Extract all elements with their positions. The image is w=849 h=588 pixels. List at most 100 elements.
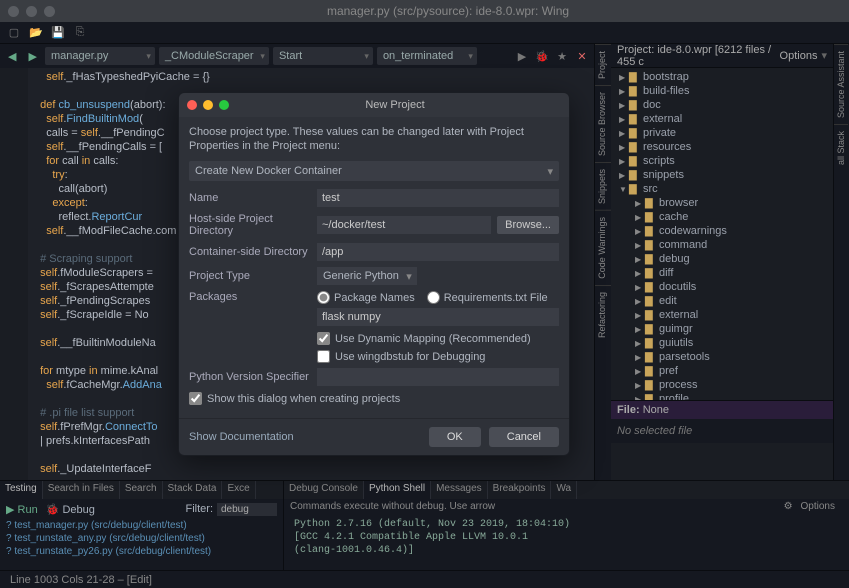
tree-item-doc[interactable]: ▶▇doc <box>611 98 833 112</box>
nav-fwd-icon[interactable]: ▶ <box>24 50 40 63</box>
name-input[interactable] <box>317 189 559 207</box>
python-shell-output[interactable]: Python 2.7.16 (default, Nov 23 2019, 18:… <box>284 514 849 570</box>
tab-messages[interactable]: Messages <box>431 481 488 499</box>
hostdir-input[interactable] <box>317 216 491 234</box>
close-tab-icon[interactable]: ✕ <box>574 48 590 64</box>
cancel-button[interactable]: Cancel <box>489 427 559 447</box>
run-button[interactable]: ▶ Run <box>6 503 38 516</box>
tab-wa[interactable]: Wa <box>551 481 577 499</box>
new-icon[interactable]: ▢ <box>6 25 22 41</box>
save-icon[interactable]: 💾 <box>50 25 66 41</box>
right-side-tabs: ProjectSource BrowserSnippetsCode Warnin… <box>595 44 611 480</box>
class-selector[interactable]: _CModuleScraper <box>159 47 269 65</box>
pyver-label: Python Version Specifier <box>189 371 311 383</box>
tree-item-cache[interactable]: ▶▇cache <box>611 210 833 224</box>
bookmark-icon[interactable]: ★ <box>554 48 570 64</box>
tree-item-src[interactable]: ▼▇src <box>611 182 833 196</box>
side-tab-source-assistant[interactable]: Source Assistant <box>834 44 848 124</box>
tree-item-guimgr[interactable]: ▶▇guimgr <box>611 322 833 336</box>
tree-item-profile[interactable]: ▶▇profile <box>611 392 833 400</box>
options-link[interactable]: Options <box>793 501 843 512</box>
tree-item-external[interactable]: ▶▇external <box>611 112 833 126</box>
dialog-title-bar[interactable]: New Project <box>179 93 569 117</box>
tree-item-pref[interactable]: ▶▇pref <box>611 364 833 378</box>
tree-item-scripts[interactable]: ▶▇scripts <box>611 154 833 168</box>
tab-python-shell[interactable]: Python Shell <box>364 481 431 499</box>
tree-item-debug[interactable]: ▶▇debug <box>611 252 833 266</box>
nav-back-icon[interactable]: ◀ <box>4 50 20 63</box>
gear-icon[interactable]: ⚙ <box>784 501 793 512</box>
tree-item-resources[interactable]: ▶▇resources <box>611 140 833 154</box>
gutter <box>0 68 28 480</box>
project-title: Project: ide-8.0.wpr [6212 files / 455 c <box>617 44 780 68</box>
run-icon[interactable]: ▶ <box>514 48 530 64</box>
options-chevron-icon[interactable]: ▾ <box>817 49 827 62</box>
dynamic-mapping-checkbox[interactable]: Use Dynamic Mapping (Recommended) <box>317 332 559 345</box>
filter-input[interactable] <box>217 503 277 516</box>
name-label: Name <box>189 192 311 204</box>
tree-item-bootstrap[interactable]: ▶▇bootstrap <box>611 70 833 84</box>
test-item[interactable]: ? test_manager.py (src/debug/client/test… <box>6 519 277 532</box>
window-title: manager.py (src/pysource): ide-8.0.wpr: … <box>55 4 841 18</box>
new-project-dialog: New Project Choose project type. These v… <box>178 92 570 456</box>
browse-button[interactable]: Browse... <box>497 216 559 234</box>
window-traffic-lights[interactable] <box>8 6 55 17</box>
tree-item-guiutils[interactable]: ▶▇guiutils <box>611 336 833 350</box>
tab-exce[interactable]: Exce <box>222 481 255 499</box>
tab-debug-console[interactable]: Debug Console <box>284 481 364 499</box>
show-documentation-link[interactable]: Show Documentation <box>189 431 294 443</box>
project-mode-select[interactable]: Create New Docker Container <box>189 161 559 181</box>
pkg-names-radio[interactable]: Package Names <box>317 291 415 304</box>
dialog-description: Choose project type. These values can be… <box>189 125 559 153</box>
tree-item-diff[interactable]: ▶▇diff <box>611 266 833 280</box>
tree-item-private[interactable]: ▶▇private <box>611 126 833 140</box>
tree-item-browser[interactable]: ▶▇browser <box>611 196 833 210</box>
method-selector[interactable]: Start <box>273 47 373 65</box>
cursor-position: Line 1003 Cols 21-28 – [Edit] <box>10 574 152 586</box>
dialog-traffic-lights[interactable] <box>187 100 229 110</box>
options-link[interactable]: Options <box>780 50 818 62</box>
tree-item-snippets[interactable]: ▶▇snippets <box>611 168 833 182</box>
project-type-select[interactable]: Generic Python <box>317 267 417 285</box>
save-all-icon[interactable]: ⎘ <box>72 25 88 41</box>
pyver-input[interactable] <box>317 368 559 386</box>
tree-item-process[interactable]: ▶▇process <box>611 378 833 392</box>
side-tab-refactoring[interactable]: Refactoring <box>595 285 611 344</box>
bottom-right-tabs: Debug ConsolePython ShellMessagesBreakpo… <box>284 481 849 499</box>
side-tab-snippets[interactable]: Snippets <box>595 162 611 210</box>
tab-search[interactable]: Search <box>120 481 163 499</box>
bottom-panels: TestingSearch in FilesSearchStack DataEx… <box>0 480 849 570</box>
show-dialog-checkbox[interactable]: Show this dialog when creating projects <box>189 392 559 405</box>
tree-item-build-files[interactable]: ▶▇build-files <box>611 84 833 98</box>
event-selector[interactable]: on_terminated <box>377 47 477 65</box>
tab-search-in-files[interactable]: Search in Files <box>43 481 120 499</box>
side-tab-all-stack[interactable]: all Stack <box>834 124 848 171</box>
packages-input[interactable] <box>317 308 559 326</box>
tree-item-edit[interactable]: ▶▇edit <box>611 294 833 308</box>
tree-item-command[interactable]: ▶▇command <box>611 238 833 252</box>
tree-item-parsetools[interactable]: ▶▇parsetools <box>611 350 833 364</box>
tree-item-codewarnings[interactable]: ▶▇codewarnings <box>611 224 833 238</box>
test-item[interactable]: ? test_runstate_any.py (src/debug/client… <box>6 532 277 545</box>
tree-item-external[interactable]: ▶▇external <box>611 308 833 322</box>
project-header: Project: ide-8.0.wpr [6212 files / 455 c… <box>611 44 833 68</box>
far-right-tabs: Source Assistantall Stack <box>833 44 849 480</box>
wingdbstub-checkbox[interactable]: Use wingdbstub for Debugging <box>317 350 559 363</box>
test-item[interactable]: ? test_runstate_py26.py (src/debug/clien… <box>6 545 277 558</box>
side-tab-project[interactable]: Project <box>595 44 611 85</box>
req-file-radio[interactable]: Requirements.txt File <box>427 291 548 304</box>
file-selector[interactable]: manager.py <box>45 47 155 65</box>
ok-button[interactable]: OK <box>429 427 481 447</box>
type-label: Project Type <box>189 270 311 282</box>
tab-breakpoints[interactable]: Breakpoints <box>488 481 552 499</box>
tab-stack-data[interactable]: Stack Data <box>163 481 223 499</box>
open-icon[interactable]: 📂 <box>28 25 44 41</box>
side-tab-source-browser[interactable]: Source Browser <box>595 85 611 162</box>
contdir-input[interactable] <box>317 243 559 261</box>
bug-icon[interactable]: 🐞 <box>534 48 550 64</box>
project-tree[interactable]: ▶▇bootstrap▶▇build-files▶▇doc▶▇external▶… <box>611 68 833 400</box>
debug-button[interactable]: 🐞 Debug <box>46 503 95 516</box>
tree-item-docutils[interactable]: ▶▇docutils <box>611 280 833 294</box>
tab-testing[interactable]: Testing <box>0 481 43 499</box>
side-tab-code-warnings[interactable]: Code Warnings <box>595 210 611 285</box>
